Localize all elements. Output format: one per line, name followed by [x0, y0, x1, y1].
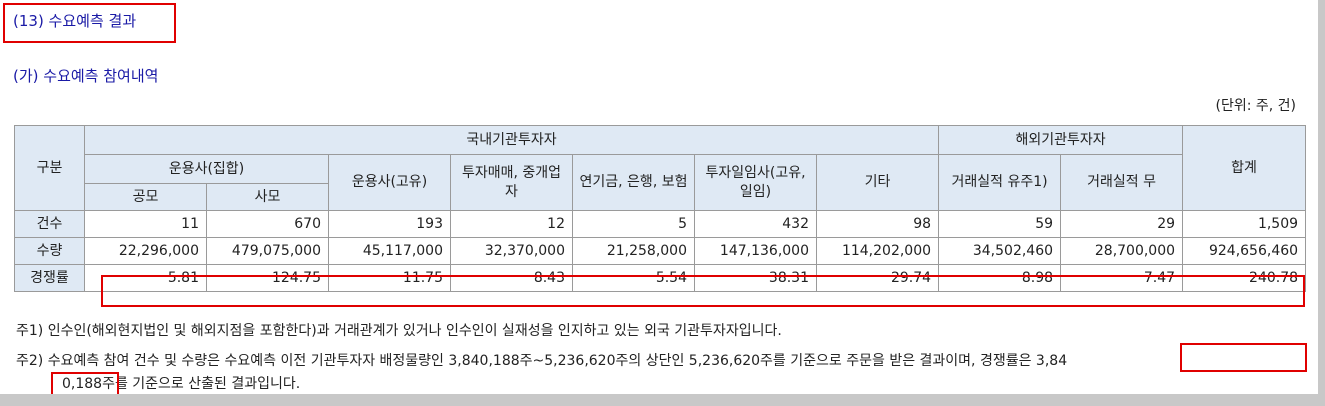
table-cell: 28,700,000 [1060, 237, 1184, 265]
table-cell: 59 [938, 210, 1062, 238]
header-investment-brokerage: 투자매매, 중개업자 [450, 154, 573, 211]
highlight-box-section-title [3, 3, 176, 43]
row-label: 수량 [14, 237, 85, 265]
row-label: 건수 [14, 210, 85, 238]
table-cell: 11 [84, 210, 207, 238]
table-cell: 432 [694, 210, 817, 238]
subsection-title: (가) 수요예측 참여내역 [13, 67, 159, 85]
table-cell: 12 [450, 210, 573, 238]
table-cell: 29 [1060, 210, 1184, 238]
scrollbar-track[interactable] [1318, 0, 1325, 406]
table-cell: 924,656,460 [1182, 237, 1307, 265]
table-cell: 22,296,000 [84, 237, 207, 265]
table-cell: 670 [206, 210, 329, 238]
highlight-box-ratio-basis [1180, 343, 1307, 372]
header-row-1: 구분 국내기관투자자 해외기관투자자 합계 [14, 125, 1307, 211]
table-cell: 114,202,000 [815, 237, 940, 265]
header-other: 기타 [815, 154, 940, 211]
header-private-offering: 사모 [206, 183, 329, 211]
window-bottom-edge [0, 394, 1318, 406]
header-asset-mgmt-proprietary: 운용사(고유) [328, 154, 451, 211]
table-row: 수량 22,296,000 479,075,000 45,117,000 32,… [14, 237, 1307, 265]
table-cell: 21,258,000 [572, 237, 695, 265]
footnote-1: 주1) 인수인(해외현지법인 및 해외지점을 포함한다)과 거래관계가 있거나 … [16, 323, 782, 339]
header-category: 구분 [14, 125, 85, 211]
table-cell: 32,370,000 [450, 237, 573, 265]
demand-forecast-table: 구분 국내기관투자자 해외기관투자자 합계 운용사(집합) 운용사(고유) 투자… [14, 125, 1307, 292]
document-page: (13) 수요예측 결과 (가) 수요예측 참여내역 (단위: 주, 건) 구분… [0, 0, 1318, 406]
header-total: 합계 [1182, 125, 1307, 211]
header-row-2: 운용사(집합) 운용사(고유) 투자매매, 중개업자 연기금, 은행, 보험 투… [15, 154, 1306, 211]
unit-label: (단위: 주, 건) [1215, 98, 1296, 114]
header-domestic-investors: 국내기관투자자 [83, 125, 940, 155]
header-pension-bank-insurance: 연기금, 은행, 보험 [572, 154, 695, 211]
highlight-box-ratio-basis-continued [51, 372, 119, 396]
header-public-offering: 공모 [84, 183, 207, 211]
table-cell: 193 [328, 210, 451, 238]
footnote-2: 주2) 수요예측 참여 건수 및 수량은 수요예측 이전 기관투자자 배정물량인… [16, 353, 1068, 369]
table-cell: 5 [572, 210, 695, 238]
header-investment-advisory: 투자일임사(고유, 일임) [694, 154, 817, 211]
header-with-track-record: 거래실적 유주1) [938, 154, 1062, 211]
header-foreign-investors: 해외기관투자자 [938, 125, 1184, 155]
table-row: 건수 11 670 193 12 5 432 98 59 29 1,509 [14, 210, 1307, 238]
header-without-track-record: 거래실적 무 [1060, 154, 1184, 211]
table-cell: 147,136,000 [694, 237, 817, 265]
table-cell: 1,509 [1182, 210, 1307, 238]
header-asset-mgmt-collective: 운용사(집합) [84, 154, 329, 184]
table-cell: 98 [815, 210, 940, 238]
table-cell: 479,075,000 [206, 237, 329, 265]
table-cell: 34,502,460 [938, 237, 1062, 265]
table-cell: 45,117,000 [328, 237, 451, 265]
row-label: 경쟁률 [14, 264, 85, 292]
highlight-box-competition-row [101, 275, 1305, 307]
